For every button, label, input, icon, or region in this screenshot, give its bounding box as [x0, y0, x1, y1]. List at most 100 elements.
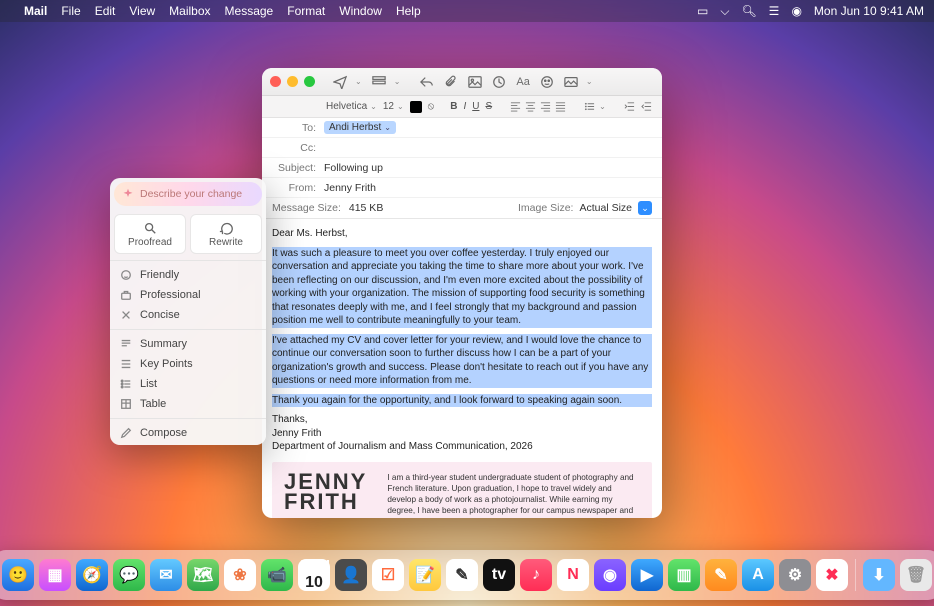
control-center-icon[interactable]: ☰: [769, 4, 780, 18]
dock-appstore[interactable]: A: [742, 559, 774, 591]
to-field[interactable]: Andi Herbst ⌄: [324, 121, 652, 134]
dock-finder[interactable]: 🙂: [2, 559, 34, 591]
transform-table[interactable]: Table: [110, 394, 266, 414]
dock-messages[interactable]: 💬: [113, 559, 145, 591]
compose-button[interactable]: Compose: [110, 423, 266, 443]
header-menu-chevron[interactable]: ⌄: [394, 77, 401, 86]
font-panel-icon[interactable]: Aa: [516, 76, 529, 88]
recipient-token[interactable]: Andi Herbst ⌄: [324, 121, 396, 134]
menu-view[interactable]: View: [129, 4, 155, 18]
wifi-icon[interactable]: ⌵: [720, 4, 729, 19]
table-icon: [120, 398, 132, 410]
menu-edit[interactable]: Edit: [95, 4, 116, 18]
dock-contacts[interactable]: 👤: [335, 559, 367, 591]
indent-right-icon[interactable]: [624, 101, 635, 112]
proofread-button[interactable]: Proofread: [114, 214, 186, 254]
spotlight-icon[interactable]: 🔍︎: [741, 4, 756, 18]
photo-icon[interactable]: [468, 75, 482, 89]
align-justify-icon[interactable]: [555, 101, 566, 112]
indent-left-icon[interactable]: [641, 101, 652, 112]
image-size-select[interactable]: Actual Size: [579, 202, 632, 214]
strike-button[interactable]: S: [485, 101, 492, 112]
menu-help[interactable]: Help: [396, 4, 421, 18]
dock-news[interactable]: N: [557, 559, 589, 591]
dock-keynote[interactable]: ▶: [631, 559, 663, 591]
tone-friendly[interactable]: Friendly: [110, 265, 266, 285]
underline-button[interactable]: U: [472, 101, 479, 112]
sig-name: Jenny Frith: [272, 427, 652, 441]
describe-change-input[interactable]: Describe your change: [114, 182, 262, 206]
battery-icon[interactable]: ▭: [697, 4, 708, 18]
dock-mail[interactable]: ✉︎: [150, 559, 182, 591]
align-left-icon[interactable]: [510, 101, 521, 112]
resume-attachment-preview[interactable]: JENNY FRITH I am a third-year student un…: [272, 462, 652, 519]
dock-notes[interactable]: 📝: [409, 559, 441, 591]
send-menu-chevron[interactable]: ⌄: [355, 77, 362, 86]
recipient-chevron-icon[interactable]: ⌄: [384, 123, 391, 132]
rewrite-icon: [219, 221, 233, 235]
rewrite-button[interactable]: Rewrite: [190, 214, 262, 254]
toolbar: ⌄ ⌄ Aa ⌄: [333, 75, 593, 89]
subject-label: Subject:: [272, 162, 316, 174]
dock-music[interactable]: ♪: [520, 559, 552, 591]
minimize-button[interactable]: [287, 76, 298, 87]
menu-window[interactable]: Window: [339, 4, 382, 18]
text-color-none-icon[interactable]: ⦸: [428, 101, 435, 112]
transform-list[interactable]: List: [110, 374, 266, 394]
sig-dept: Department of Journalism and Mass Commun…: [272, 440, 652, 454]
subject-field[interactable]: Following up: [324, 162, 652, 174]
list-bullet-icon[interactable]: [584, 101, 595, 112]
table-label: Table: [140, 398, 166, 410]
align-center-icon[interactable]: [525, 101, 536, 112]
menu-format[interactable]: Format: [287, 4, 325, 18]
menu-message[interactable]: Message: [225, 4, 274, 18]
send-icon[interactable]: [333, 75, 347, 89]
cc-label: Cc:: [272, 142, 316, 154]
menu-file[interactable]: File: [61, 4, 80, 18]
header-fields-icon[interactable]: [372, 75, 386, 89]
clock[interactable]: Mon Jun 10 9:41 AM: [814, 4, 924, 18]
font-family-select[interactable]: Helvetica ⌄: [326, 101, 377, 112]
bold-button[interactable]: B: [450, 101, 457, 112]
transform-summary[interactable]: Summary: [110, 334, 266, 354]
tone-concise[interactable]: Concise: [110, 305, 266, 325]
image-size-stepper-icon[interactable]: ⌄: [638, 201, 652, 215]
window-titlebar[interactable]: ⌄ ⌄ Aa ⌄: [262, 68, 662, 96]
dock-reminders[interactable]: ☑︎: [372, 559, 404, 591]
dock-trash[interactable]: 🗑: [900, 559, 932, 591]
italic-button[interactable]: I: [463, 101, 466, 112]
align-right-icon[interactable]: [540, 101, 551, 112]
zoom-button[interactable]: [304, 76, 315, 87]
font-size-select[interactable]: 12 ⌄: [383, 101, 404, 112]
menu-mailbox[interactable]: Mailbox: [169, 4, 210, 18]
list-menu-chevron[interactable]: ⌄: [599, 102, 606, 111]
tone-professional[interactable]: Professional: [110, 285, 266, 305]
emoji-icon[interactable]: [540, 75, 554, 89]
close-button[interactable]: [270, 76, 281, 87]
app-menu[interactable]: Mail: [24, 4, 47, 18]
format-icon[interactable]: [492, 75, 506, 89]
dock-downloads[interactable]: ⬇︎: [863, 559, 895, 591]
media-icon[interactable]: [564, 75, 578, 89]
dock-tv[interactable]: tv: [483, 559, 515, 591]
siri-icon[interactable]: ◉: [791, 4, 801, 18]
dock-numbers[interactable]: ▥: [668, 559, 700, 591]
dock-settings[interactable]: ⚙︎: [779, 559, 811, 591]
dock-launchpad[interactable]: ▦: [39, 559, 71, 591]
media-menu-chevron[interactable]: ⌄: [586, 77, 593, 86]
dock-freeform[interactable]: ✎: [446, 559, 478, 591]
dock-podcasts[interactable]: ◉: [594, 559, 626, 591]
dock-facetime[interactable]: 📹: [261, 559, 293, 591]
dock-shortcuts[interactable]: ✖︎: [816, 559, 848, 591]
text-color-swatch[interactable]: [410, 101, 422, 113]
reply-icon[interactable]: [420, 75, 434, 89]
message-body[interactable]: Dear Ms. Herbst, It was such a pleasure …: [262, 219, 662, 518]
dock-pages[interactable]: ✎: [705, 559, 737, 591]
dock-safari[interactable]: 🧭: [76, 559, 108, 591]
transform-keypoints[interactable]: Key Points: [110, 354, 266, 374]
dock-maps[interactable]: 🗺: [187, 559, 219, 591]
dock-photos[interactable]: ❀: [224, 559, 256, 591]
dock-calendar[interactable]: JUN 10: [298, 559, 330, 591]
from-field[interactable]: Jenny Frith: [324, 182, 652, 194]
attach-icon[interactable]: [444, 75, 458, 89]
